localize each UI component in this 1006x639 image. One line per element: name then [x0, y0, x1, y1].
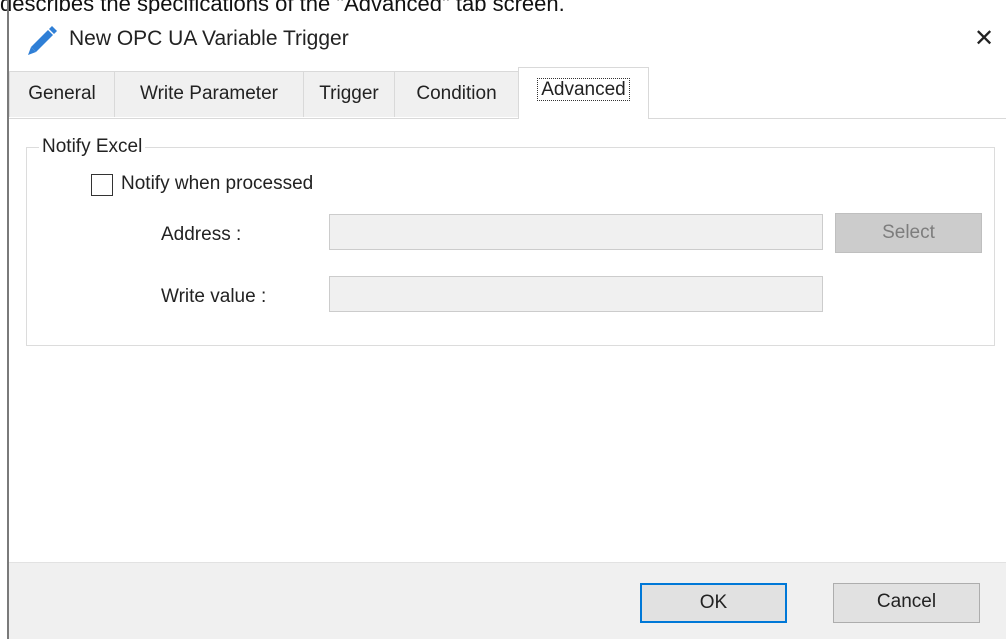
tab-label: Write Parameter	[140, 83, 278, 104]
title-bar[interactable]: New OPC UA Variable Trigger ✕	[9, 14, 1006, 66]
tab-label: Trigger	[319, 83, 379, 104]
close-icon: ✕	[973, 24, 995, 52]
tab-label: General	[28, 83, 96, 104]
dialog-title: New OPC UA Variable Trigger	[69, 27, 349, 50]
dialog-footer: OK Cancel	[9, 562, 1006, 639]
select-button[interactable]: Select	[835, 213, 982, 253]
tab-advanced[interactable]: Advanced	[518, 67, 649, 119]
tab-label: Condition	[416, 83, 497, 104]
address-label: Address :	[161, 224, 242, 245]
tab-trigger[interactable]: Trigger	[303, 71, 395, 117]
page: describes the specifications of the "Adv…	[0, 0, 1006, 639]
address-input[interactable]	[329, 214, 823, 250]
cancel-button[interactable]: Cancel	[833, 583, 980, 623]
group-title: Notify Excel	[39, 135, 146, 159]
write-value-input[interactable]	[329, 276, 823, 312]
tab-condition[interactable]: Condition	[394, 71, 519, 117]
notify-when-processed-label[interactable]: Notify when processed	[121, 171, 313, 197]
notify-when-processed-checkbox[interactable]	[91, 174, 113, 196]
pencil-icon	[28, 26, 57, 55]
write-value-label: Write value :	[161, 286, 267, 307]
tab-write-parameter[interactable]: Write Parameter	[114, 71, 304, 117]
tab-label: Advanced	[537, 78, 630, 101]
dialog-window: New OPC UA Variable Trigger ✕ General Wr…	[9, 14, 1006, 639]
tab-general[interactable]: General	[9, 71, 115, 117]
ok-button[interactable]: OK	[640, 583, 787, 623]
tab-strip: General Write Parameter Trigger Conditio…	[9, 67, 1006, 119]
close-button[interactable]: ✕	[962, 18, 1006, 58]
